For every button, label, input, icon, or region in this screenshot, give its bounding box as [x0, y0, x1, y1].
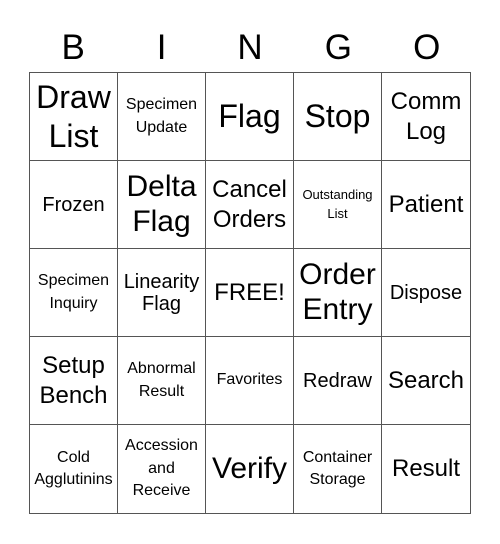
cell-label: Stop — [304, 98, 371, 135]
cell-label: Draw List — [36, 79, 111, 154]
bingo-cell[interactable]: Container Storage — [294, 425, 382, 513]
bingo-cell[interactable]: Accession and Receive — [118, 425, 206, 513]
cell-label: Order Entry — [299, 258, 376, 326]
bingo-cell[interactable]: Cold Agglutinins — [30, 425, 118, 513]
bingo-cell[interactable]: Stop — [294, 73, 382, 161]
bingo-board: Draw List Specimen Update Flag Stop Comm… — [29, 72, 471, 514]
cell-label: Cold Agglutinins — [34, 448, 113, 488]
bingo-cell[interactable]: Favorites — [206, 337, 294, 425]
bingo-cell[interactable]: Setup Bench — [30, 337, 118, 425]
cell-label: Verify — [211, 451, 288, 485]
bingo-cell[interactable]: Linearity Flag — [118, 249, 206, 337]
cell-label: Setup Bench — [39, 351, 108, 409]
bingo-cell[interactable]: Result — [382, 425, 470, 513]
cell-label: Abnormal Result — [127, 360, 196, 400]
free-space-label: FREE! — [214, 278, 285, 306]
bingo-cell[interactable]: Patient — [382, 161, 470, 249]
cell-label: Flag — [218, 98, 281, 135]
cell-label: Specimen Update — [125, 96, 198, 136]
bingo-cell[interactable]: Delta Flag — [118, 161, 206, 249]
cell-label: Redraw — [303, 369, 372, 392]
header-letter-b: B — [61, 28, 85, 67]
bingo-cell[interactable]: Cancel Orders — [206, 161, 294, 249]
header-letter-o: O — [413, 28, 441, 67]
cell-label: Comm Log — [390, 87, 462, 145]
cell-label: Cancel Orders — [212, 175, 287, 233]
bingo-cell[interactable]: Specimen Inquiry — [30, 249, 118, 337]
cell-label: Linearity Flag — [123, 270, 200, 315]
bingo-cell[interactable]: Flag — [206, 73, 294, 161]
cell-label: Container Storage — [302, 448, 373, 488]
bingo-header: B I N G O — [29, 24, 471, 72]
cell-label: Patient — [388, 190, 464, 218]
bingo-cell[interactable]: Specimen Update — [118, 73, 206, 161]
cell-label: Delta Flag — [126, 170, 197, 238]
bingo-cell[interactable]: Draw List — [30, 73, 118, 161]
cell-label: Frozen — [42, 193, 105, 216]
bingo-cell[interactable]: Outstanding List — [294, 161, 382, 249]
cell-label: Result — [391, 455, 461, 482]
free-space-cell[interactable]: FREE! — [206, 249, 294, 337]
cell-label: Accession and Receive — [125, 437, 198, 500]
cell-label: Dispose — [389, 281, 463, 304]
cell-label: Favorites — [216, 371, 283, 389]
cell-label: Search — [387, 366, 465, 394]
bingo-cell[interactable]: Dispose — [382, 249, 470, 337]
header-letter-g: G — [324, 28, 352, 67]
bingo-cell[interactable]: Comm Log — [382, 73, 470, 161]
cell-label: Specimen Inquiry — [37, 272, 110, 312]
bingo-cell[interactable]: Abnormal Result — [118, 337, 206, 425]
cell-label: Outstanding List — [302, 187, 373, 221]
bingo-cell[interactable]: Frozen — [30, 161, 118, 249]
header-letter-i: I — [156, 28, 167, 67]
header-letter-n: N — [237, 28, 263, 67]
bingo-cell[interactable]: Redraw — [294, 337, 382, 425]
bingo-cell[interactable]: Search — [382, 337, 470, 425]
bingo-cell[interactable]: Order Entry — [294, 249, 382, 337]
bingo-cell[interactable]: Verify — [206, 425, 294, 513]
